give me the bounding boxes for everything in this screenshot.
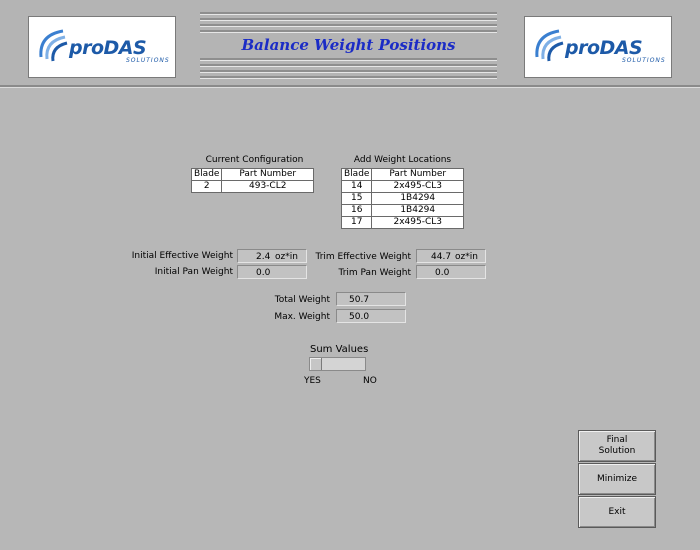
prodas-logo: proDAS SOLUTIONS bbox=[28, 16, 176, 78]
total-weight-label: Total Weight bbox=[274, 295, 330, 305]
trim-effective-weight-field: 44.7 oz*in bbox=[416, 249, 486, 263]
column-header: Part Number bbox=[371, 168, 464, 181]
column-header: Part Number bbox=[221, 168, 314, 181]
table-row: 2 493-CL2 bbox=[190, 180, 314, 193]
initial-pan-weight-field: 0.0 bbox=[237, 265, 307, 279]
header-stripes-bottom bbox=[200, 58, 497, 82]
field-value: 50.7 bbox=[349, 295, 370, 305]
column-header: Blade bbox=[190, 168, 223, 181]
blade-cell: 2 bbox=[190, 180, 223, 193]
logo-subtitle: SOLUTIONS bbox=[622, 57, 666, 64]
toggle-no-label: NO bbox=[363, 376, 377, 386]
field-value: 44.7 bbox=[431, 252, 452, 262]
table-row: 15 1B4294 bbox=[340, 192, 464, 205]
field-value: 0.0 bbox=[256, 268, 271, 278]
field-value: 2.4 bbox=[256, 252, 271, 262]
blade-cell: 17 bbox=[340, 216, 373, 229]
toggle-knob[interactable] bbox=[310, 358, 322, 370]
add-weights-table: Blade Part Number 14 2x495-CL3 15 1B4294… bbox=[340, 168, 464, 229]
page-title: Balance Weight Positions bbox=[241, 36, 456, 54]
current-config-table: Blade Part Number 2 493-CL2 bbox=[190, 168, 314, 193]
table-header-row: Blade Part Number bbox=[340, 168, 464, 181]
prodas-logo: proDAS SOLUTIONS bbox=[524, 16, 672, 78]
part-number-cell: 2x495-CL3 bbox=[371, 216, 464, 229]
header-stripes-top bbox=[200, 12, 497, 36]
add-weights-title: Add Weight Locations bbox=[353, 155, 452, 165]
max-weight-field: 50.0 bbox=[336, 309, 406, 323]
table-row: 14 2x495-CL3 bbox=[340, 180, 464, 193]
logo-text: proDAS bbox=[69, 37, 147, 59]
logo-text: proDAS bbox=[565, 37, 643, 59]
final-solution-button[interactable]: Final Solution bbox=[578, 430, 656, 462]
initial-effective-weight-field: 2.4 oz*in bbox=[237, 249, 307, 263]
part-number-cell: 1B4294 bbox=[371, 204, 464, 217]
initial-effective-weight-label: Initial Effective Weight bbox=[131, 251, 233, 261]
trim-pan-weight-field: 0.0 bbox=[416, 265, 486, 279]
table-header-row: Blade Part Number bbox=[190, 168, 314, 181]
total-weight-field: 50.7 bbox=[336, 292, 406, 306]
trim-effective-weight-label: Trim Effective Weight bbox=[315, 252, 411, 262]
max-weight-label: Max. Weight bbox=[274, 312, 330, 322]
sum-values-toggle[interactable] bbox=[309, 357, 366, 371]
table-row: 16 1B4294 bbox=[340, 204, 464, 217]
header-bar: proDAS SOLUTIONS Balance Weight Position… bbox=[0, 0, 700, 85]
logo-subtitle: SOLUTIONS bbox=[126, 57, 170, 64]
current-config-title: Current Configuration bbox=[205, 155, 304, 165]
header-divider bbox=[0, 85, 700, 88]
initial-pan-weight-label: Initial Pan Weight bbox=[154, 267, 233, 277]
trim-pan-weight-label: Trim Pan Weight bbox=[338, 268, 411, 278]
blade-cell: 14 bbox=[340, 180, 373, 193]
exit-button[interactable]: Exit bbox=[578, 496, 656, 528]
table-row: 17 2x495-CL3 bbox=[340, 216, 464, 229]
column-header: Blade bbox=[340, 168, 373, 181]
toggle-yes-label: YES bbox=[304, 376, 321, 386]
blade-cell: 16 bbox=[340, 204, 373, 217]
field-unit: oz*in bbox=[275, 252, 298, 262]
field-unit: oz*in bbox=[455, 252, 478, 262]
sum-values-label: Sum Values bbox=[310, 344, 369, 355]
field-value: 0.0 bbox=[435, 268, 450, 278]
blade-cell: 15 bbox=[340, 192, 373, 205]
field-value: 50.0 bbox=[349, 312, 370, 322]
part-number-cell: 2x495-CL3 bbox=[371, 180, 464, 193]
part-number-cell: 493-CL2 bbox=[221, 180, 314, 193]
minimize-button[interactable]: Minimize bbox=[578, 463, 656, 495]
part-number-cell: 1B4294 bbox=[371, 192, 464, 205]
